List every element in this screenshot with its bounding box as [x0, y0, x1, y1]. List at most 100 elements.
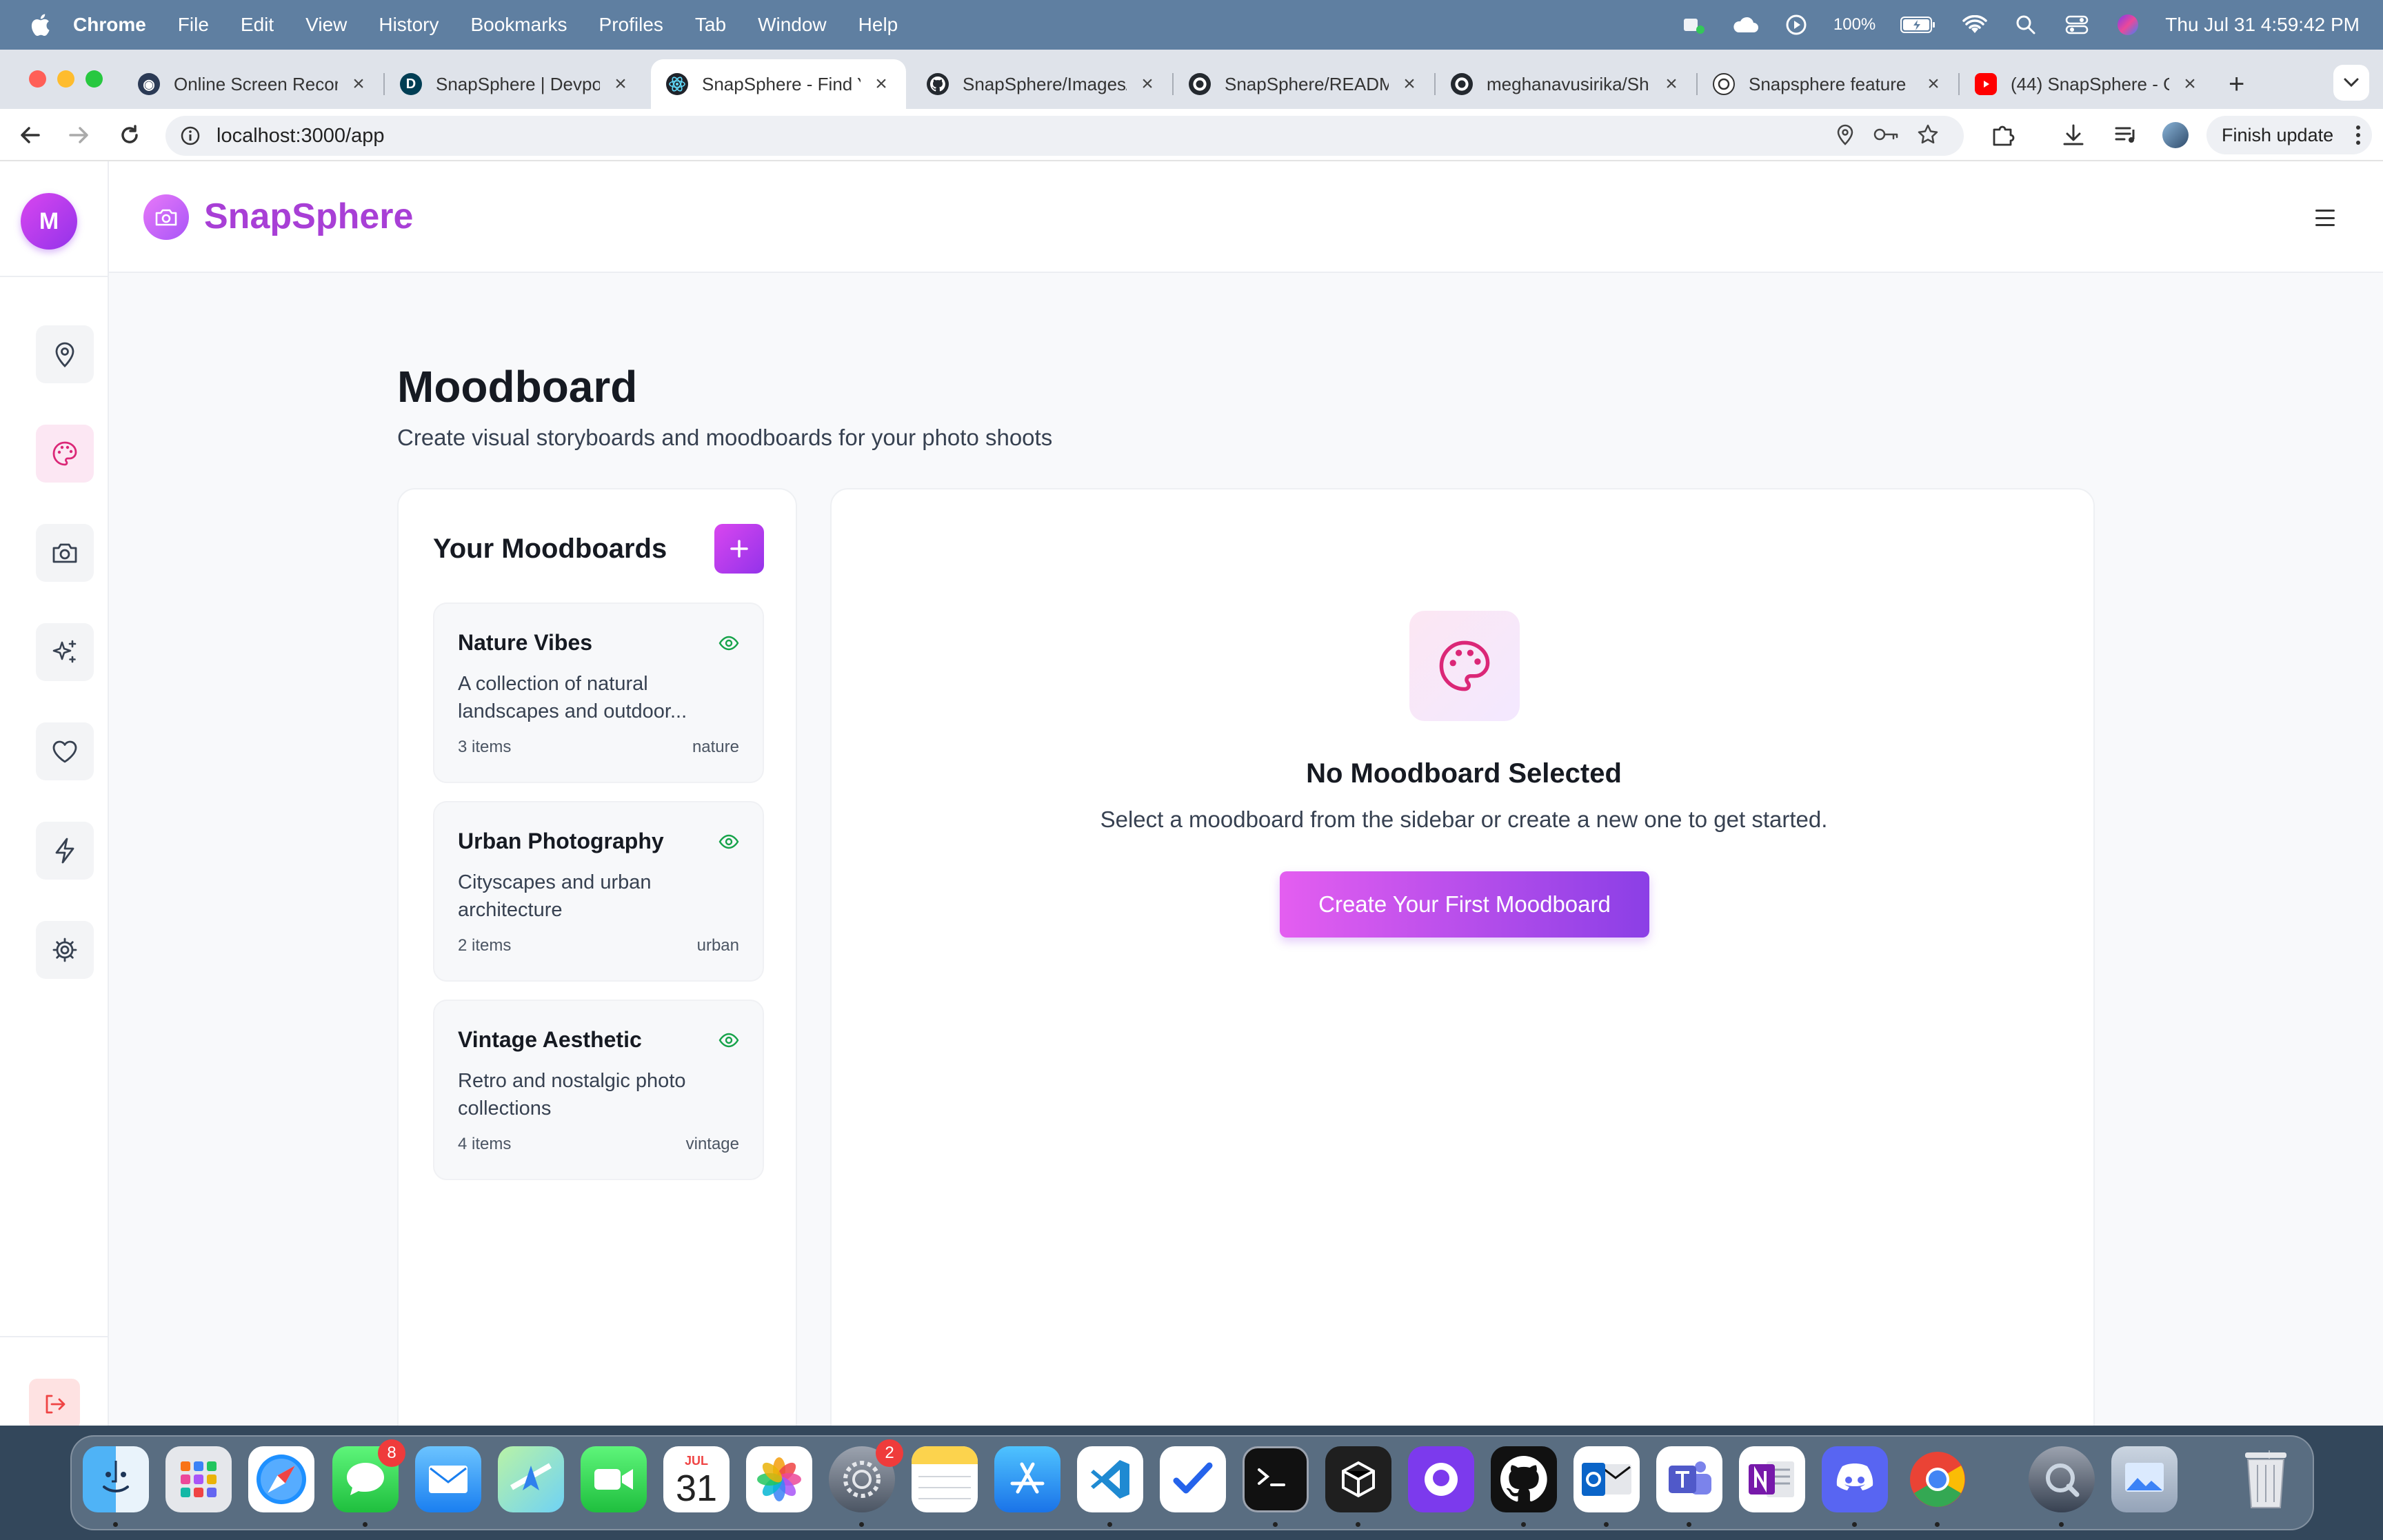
close-tab-icon[interactable]: ×: [611, 72, 630, 95]
vscode-icon[interactable]: [1077, 1446, 1143, 1512]
calendar-icon[interactable]: JUL 31: [663, 1446, 730, 1512]
photos-icon[interactable]: [746, 1446, 812, 1512]
menu-clock[interactable]: Thu Jul 31 4:59:42 PM: [2165, 14, 2360, 36]
logout-icon: [46, 1395, 66, 1414]
apple-logo-icon[interactable]: [26, 11, 54, 39]
menu-help[interactable]: Help: [858, 14, 898, 36]
trash-icon[interactable]: [2233, 1446, 2299, 1512]
tasks-check-icon[interactable]: [1160, 1446, 1226, 1512]
tab-github-meghanavusirika[interactable]: meghanavusirika/Sh ×: [1436, 59, 1696, 109]
github-icon[interactable]: [1491, 1446, 1557, 1512]
add-moodboard-button[interactable]: [714, 524, 764, 574]
media-queue-icon[interactable]: [2114, 117, 2139, 153]
minimize-window-button[interactable]: [57, 70, 74, 88]
eye-icon[interactable]: [718, 831, 739, 852]
forward-arrow-icon[interactable]: [63, 120, 94, 150]
chrome-icon[interactable]: [1904, 1446, 1971, 1512]
tab-search-chevron-icon[interactable]: [2333, 65, 2369, 101]
menu-bookmarks[interactable]: Bookmarks: [470, 14, 567, 36]
spotlight-search-icon[interactable]: [2012, 11, 2040, 39]
eye-icon[interactable]: [718, 1030, 739, 1051]
close-tab-icon[interactable]: ×: [1662, 72, 1681, 95]
mail-icon[interactable]: [415, 1446, 481, 1512]
tab-snapsphere-app[interactable]: SnapSphere - Find Y ×: [651, 59, 906, 109]
address-url[interactable]: localhost:3000/app: [217, 125, 384, 148]
finish-update-button[interactable]: Finish update: [2206, 116, 2372, 154]
moodboard-card-vintage-aesthetic[interactable]: Vintage Aesthetic Retro and nostalgic ph…: [433, 1000, 764, 1180]
close-tab-icon[interactable]: ×: [872, 72, 891, 95]
password-key-icon[interactable]: [1873, 126, 1899, 146]
location-pin-icon[interactable]: [1836, 123, 1855, 149]
maps-icon[interactable]: [498, 1446, 564, 1512]
zoom-window-button[interactable]: [86, 70, 103, 88]
moodboard-card-nature-vibes[interactable]: Nature Vibes A collection of natural lan…: [433, 602, 764, 783]
onenote-icon[interactable]: [1739, 1446, 1805, 1512]
create-first-moodboard-button[interactable]: Create Your First Moodboard: [1280, 871, 1649, 938]
teams-status-icon[interactable]: [1680, 11, 1708, 39]
nav-camera-button[interactable]: [36, 524, 94, 582]
tab-devpost[interactable]: D SnapSphere | Devpo ×: [385, 59, 645, 109]
safari-icon[interactable]: [248, 1446, 314, 1512]
notes-icon[interactable]: [912, 1446, 978, 1512]
close-tab-icon[interactable]: ×: [2180, 72, 2200, 95]
teams-icon[interactable]: [1656, 1446, 1722, 1512]
nav-location-button[interactable]: [36, 325, 94, 383]
facetime-icon[interactable]: [581, 1446, 647, 1512]
new-tab-plus-icon[interactable]: +: [2229, 69, 2244, 100]
menu-view[interactable]: View: [305, 14, 347, 36]
tab-youtube-snapsphere[interactable]: (44) SnapSphere - G ×: [1960, 59, 2215, 109]
menu-edit[interactable]: Edit: [241, 14, 274, 36]
reload-icon[interactable]: [114, 120, 145, 150]
tab-online-screen-recorder[interactable]: ◉ Online Screen Recor ×: [123, 59, 383, 109]
extensions-puzzle-icon[interactable]: [1990, 117, 2015, 153]
wifi-icon[interactable]: [1961, 11, 1989, 39]
discord-icon[interactable]: [1822, 1446, 1888, 1512]
menu-app-name[interactable]: Chrome: [73, 14, 146, 36]
close-tab-icon[interactable]: ×: [349, 72, 368, 95]
menu-file[interactable]: File: [178, 14, 209, 36]
outlook-icon[interactable]: [1573, 1446, 1640, 1512]
menu-profiles[interactable]: Profiles: [599, 14, 663, 36]
nav-quick-button[interactable]: [36, 822, 94, 880]
menu-tab[interactable]: Tab: [695, 14, 726, 36]
close-tab-icon[interactable]: ×: [1924, 72, 1943, 95]
site-info-icon[interactable]: [177, 122, 204, 150]
icloud-icon[interactable]: [1731, 11, 1759, 39]
download-icon[interactable]: [2062, 117, 2085, 153]
more-vertical-icon[interactable]: [2355, 124, 2361, 151]
launchpad-icon[interactable]: [165, 1446, 232, 1512]
menu-window[interactable]: Window: [758, 14, 827, 36]
nav-ai-button[interactable]: [36, 623, 94, 681]
back-arrow-icon[interactable]: [15, 120, 46, 150]
control-center-icon[interactable]: [2063, 11, 2091, 39]
nav-moodboard-button[interactable]: [36, 425, 94, 483]
play-circle-icon[interactable]: [1782, 11, 1810, 39]
tab-github-readme[interactable]: SnapSphere/READM ×: [1174, 59, 1434, 109]
moodboard-card-urban-photography[interactable]: Urban Photography Cityscapes and urban a…: [433, 801, 764, 982]
menu-hamburger-icon[interactable]: [2315, 210, 2335, 226]
brand-name[interactable]: SnapSphere: [204, 196, 413, 237]
battery-icon[interactable]: [1899, 11, 1938, 39]
menu-history[interactable]: History: [379, 14, 439, 36]
preview-icon[interactable]: [2111, 1446, 2178, 1512]
siri-icon[interactable]: [2114, 11, 2142, 39]
terminal-icon[interactable]: [1243, 1446, 1309, 1512]
tab-snapsphere-feature[interactable]: Snapsphere feature ×: [1698, 59, 1958, 109]
address-bar[interactable]: localhost:3000/app: [165, 116, 1964, 156]
app-store-icon[interactable]: [994, 1446, 1060, 1512]
cube-app-icon[interactable]: [1325, 1446, 1391, 1512]
bookmark-star-icon[interactable]: [1917, 123, 1939, 149]
profile-avatar-icon[interactable]: [2161, 117, 2190, 153]
user-avatar[interactable]: M: [21, 193, 77, 250]
nav-settings-button[interactable]: [36, 921, 94, 979]
nav-favorites-button[interactable]: [36, 722, 94, 780]
eye-icon[interactable]: [718, 633, 739, 654]
logout-button[interactable]: [29, 1379, 80, 1426]
tab-github-images[interactable]: SnapSphere/Images/ ×: [912, 59, 1172, 109]
close-tab-icon[interactable]: ×: [1138, 72, 1157, 95]
close-tab-icon[interactable]: ×: [1400, 72, 1419, 95]
quicktime-icon[interactable]: [2029, 1446, 2095, 1512]
github-desktop-icon[interactable]: [1408, 1446, 1474, 1512]
close-window-button[interactable]: [29, 70, 46, 88]
finder-icon[interactable]: [83, 1446, 149, 1512]
